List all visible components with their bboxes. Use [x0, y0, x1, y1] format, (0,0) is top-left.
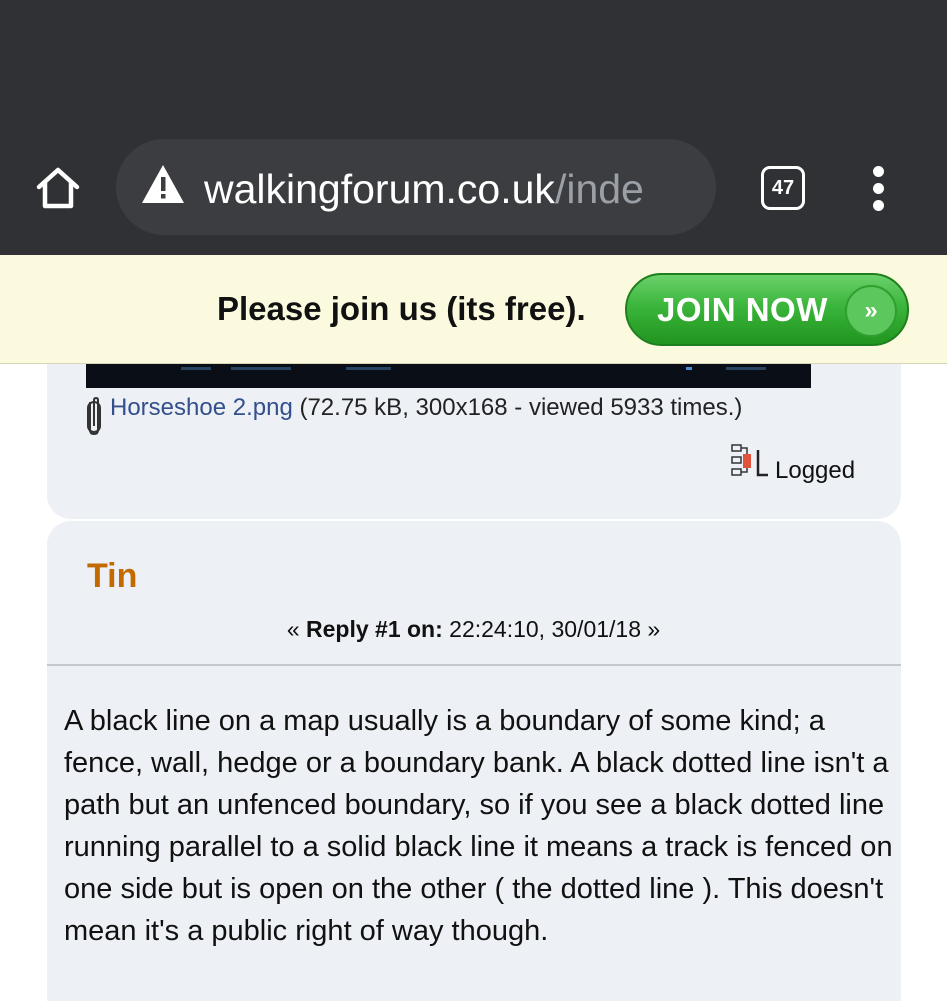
attachment-meta: (72.75 kB, 300x168 - viewed 5933 times.) — [292, 394, 743, 421]
attachment-image[interactable] — [86, 364, 811, 388]
attachment-link[interactable]: Horseshoe 2.png — [110, 394, 293, 421]
tab-switcher-button[interactable]: 47 — [761, 166, 805, 210]
overflow-menu-icon[interactable] — [864, 164, 894, 212]
not-secure-warning-icon[interactable] — [140, 163, 186, 205]
reply-open: « — [286, 616, 306, 642]
tab-count: 47 — [771, 176, 795, 199]
logged-label: Logged — [775, 457, 856, 484]
url-domain: walkingforum.co.uk — [204, 166, 555, 212]
post-author[interactable]: Tin — [87, 556, 137, 596]
attachment-info: Horseshoe 2.png (72.75 kB, 300x168 - vie… — [110, 393, 742, 423]
reply-header: « Reply #1 on: 22:24:10, 30/01/18 » — [0, 614, 947, 644]
reply-label[interactable]: Reply #1 on: — [306, 616, 443, 642]
post-body: A black line on a map usually is a bound… — [64, 705, 893, 947]
paperclip-icon — [87, 396, 101, 436]
home-button[interactable] — [32, 160, 84, 216]
reply-time: 22:24:10, 30/01/18 » — [442, 616, 661, 642]
url-text[interactable]: walkingforum.co.uk/inde — [204, 165, 704, 213]
post-divider — [47, 664, 901, 666]
double-chevron-right-icon: » — [845, 285, 897, 337]
home-icon — [36, 167, 80, 209]
logged-ip-icon — [731, 444, 768, 477]
join-now-label: JOIN NOW — [657, 291, 828, 328]
join-message: Please join us (its free). — [217, 290, 586, 327]
url-path: /inde — [554, 166, 644, 212]
join-now-button[interactable]: JOIN NOW » — [625, 273, 909, 346]
status-bar-area — [0, 0, 947, 130]
